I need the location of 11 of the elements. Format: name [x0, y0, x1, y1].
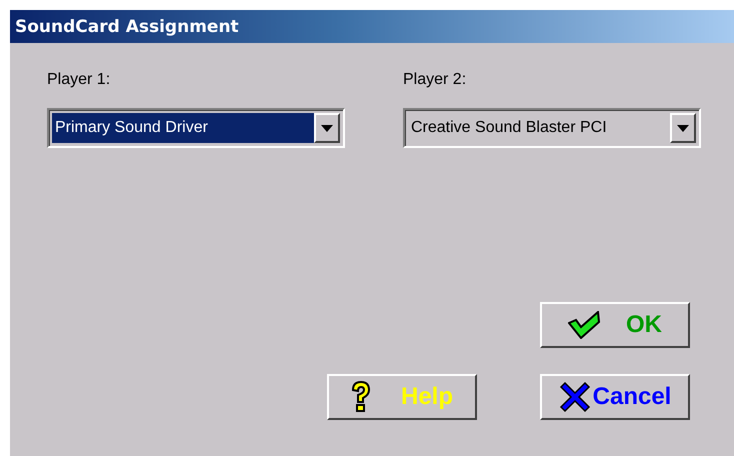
- check-icon: [568, 311, 602, 339]
- dropdown-value: Creative Sound Blaster PCI: [410, 118, 608, 138]
- window-title: SoundCard Assignment: [10, 10, 734, 43]
- dropdown-value: Primary Sound Driver: [52, 113, 314, 143]
- player-label: Player 1:: [47, 70, 112, 90]
- cancel-button[interactable]: Cancel: [540, 374, 690, 420]
- sound-driver-dropdown[interactable]: Creative Sound Blaster PCI: [403, 108, 701, 148]
- sound-driver-dropdown[interactable]: Primary Sound Driver: [47, 108, 345, 148]
- player-label: Player 2:: [403, 70, 468, 90]
- question-mark-icon: [350, 381, 371, 413]
- close-icon: [558, 381, 591, 413]
